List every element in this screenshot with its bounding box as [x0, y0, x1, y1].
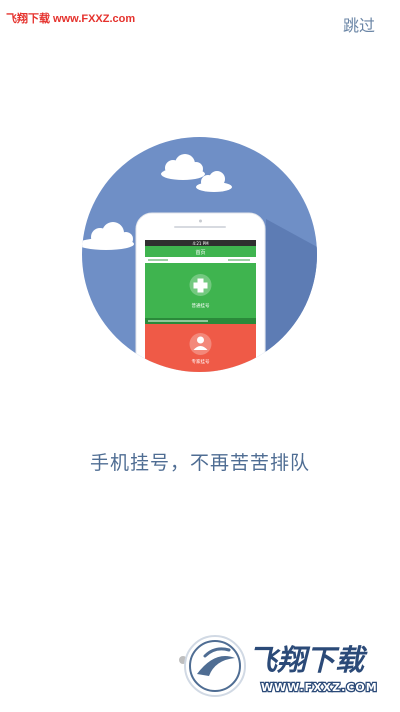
bottom-watermark-logo: 飞翔下载 WWW.FXXZ.COM: [184, 635, 378, 697]
smartphone: 4:21 PM 首页 普通挂号 专家挂号: [135, 212, 266, 372]
fxxz-logo-icon: [184, 635, 246, 697]
hero-illustration: 4:21 PM 首页 普通挂号 专家挂号: [82, 137, 317, 372]
phone-red-label: 专家挂号: [192, 358, 210, 365]
phone-status-time: 4:21 PM: [192, 241, 209, 246]
phone-nav-title: 首页: [195, 249, 205, 256]
skip-button[interactable]: 跳过: [343, 12, 375, 36]
doctor-icon: [189, 333, 212, 355]
top-watermark-text: 飞翔下载 www.FXXZ.com: [6, 13, 136, 25]
watermark-title: 飞翔下载: [248, 643, 368, 677]
phone-green-label: 普通挂号: [192, 302, 210, 309]
watermark-url: WWW.FXXZ.COM: [261, 681, 378, 694]
slogan-text: 手机挂号，不再苦苦排队: [89, 452, 310, 474]
